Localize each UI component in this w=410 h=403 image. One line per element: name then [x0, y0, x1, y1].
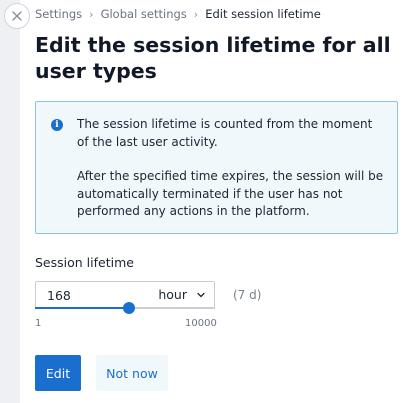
chevron-down-icon	[197, 292, 205, 297]
breadcrumb-item-settings[interactable]: Settings	[35, 7, 82, 21]
info-text: The session lifetime is counted from the…	[77, 116, 387, 238]
slider-handle[interactable]	[123, 302, 135, 314]
edit-button[interactable]: Edit	[35, 355, 81, 391]
info-icon: i	[51, 119, 63, 131]
slider-fill	[35, 307, 129, 309]
close-button[interactable]	[4, 3, 30, 29]
unit-select-value: hour	[158, 287, 187, 302]
info-paragraph: The session lifetime is counted from the…	[77, 117, 373, 149]
info-paragraph: After the specified time expires, the se…	[77, 169, 384, 218]
info-notice: i The session lifetime is counted from t…	[35, 101, 398, 234]
not-now-button[interactable]: Not now	[96, 355, 168, 391]
session-lifetime-value[interactable]: 168	[47, 288, 71, 303]
breadcrumb-item-global-settings[interactable]: Global settings	[101, 7, 187, 21]
session-lifetime-label: Session lifetime	[35, 255, 134, 270]
breadcrumb-item-current: Edit session lifetime	[205, 7, 321, 21]
close-icon	[12, 11, 22, 21]
slider-min-label: 1	[35, 318, 42, 329]
duration-hint: (7 d)	[233, 288, 262, 302]
slider-max-label: 10000	[185, 318, 217, 329]
background-panel-strip	[0, 0, 20, 403]
page-title: Edit the session lifetime for all user t…	[35, 33, 391, 83]
breadcrumb: Settings › Global settings › Edit sessio…	[35, 7, 321, 21]
breadcrumb-separator: ›	[89, 7, 94, 21]
session-lifetime-slider[interactable]	[35, 302, 215, 314]
breadcrumb-separator: ›	[193, 7, 199, 21]
unit-select[interactable]: hour	[158, 287, 206, 302]
